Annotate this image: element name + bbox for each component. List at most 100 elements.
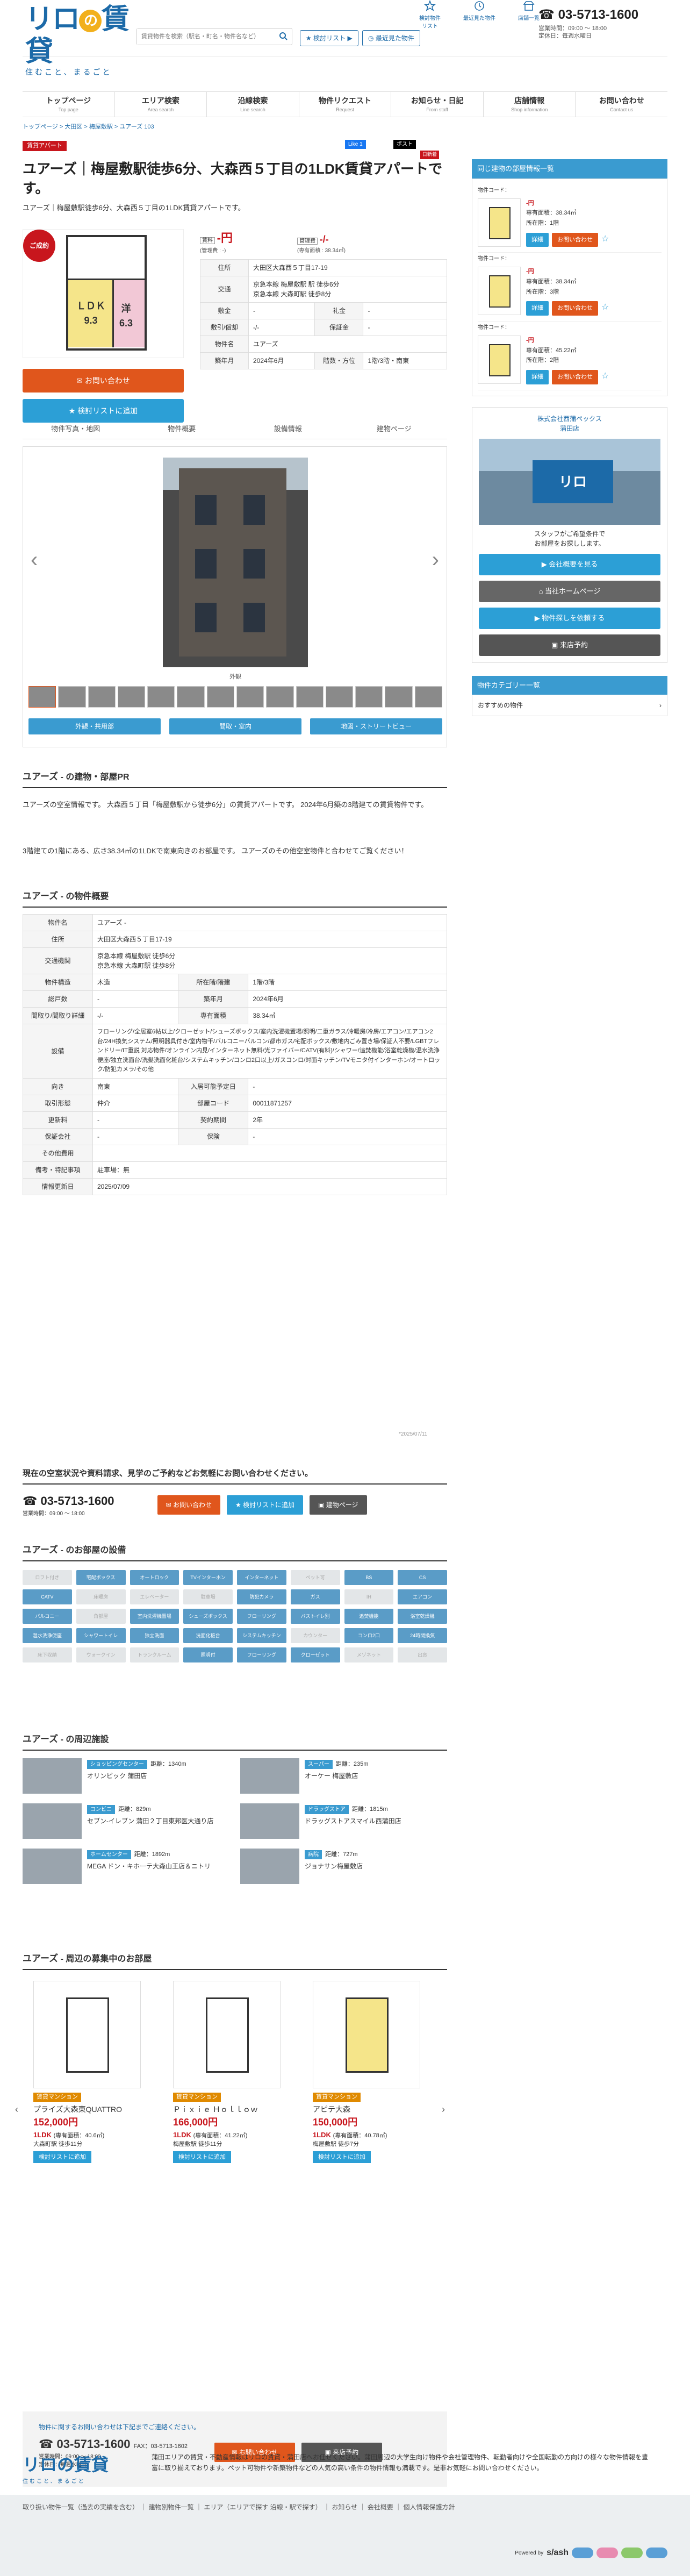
thumbnail[interactable] <box>414 686 442 708</box>
partner-logo[interactable] <box>646 2548 667 2558</box>
filter-exterior-button[interactable]: 外観・共用部 <box>28 718 161 734</box>
nav-top[interactable]: トップページ Top page <box>23 92 115 117</box>
partner-logo[interactable] <box>596 2548 618 2558</box>
nearby-card[interactable]: 賃貸マンション Ｐｉｘｉｅ Ｈｏｌｌｏｗ 166,000円 1LDK (専有面積：41… <box>173 1981 291 2163</box>
nearby-price: 150,000円 <box>313 2116 358 2128</box>
tab-building[interactable]: 建物ページ <box>341 419 448 439</box>
room-detail-button[interactable]: 詳細 <box>526 370 549 384</box>
facility-item[interactable]: ショッピングセンター 距離：1340m オリンピック 蒲田店 <box>23 1758 229 1794</box>
thumbnail[interactable] <box>296 686 324 708</box>
nav-contact[interactable]: お問い合わせ Contact us <box>576 92 667 117</box>
thumbnail[interactable] <box>147 686 175 708</box>
nav-request[interactable]: 物件リクエスト Request <box>299 92 392 117</box>
thumbnail[interactable] <box>28 686 56 708</box>
search-icon[interactable] <box>279 32 288 44</box>
contact-button[interactable]: ✉ お問い合わせ <box>23 369 184 393</box>
request-search-button[interactable]: ▶ 物件探しを依頼する <box>479 607 660 629</box>
room-contact-button[interactable]: お問い合わせ <box>552 370 598 384</box>
main-photo[interactable] <box>163 458 308 667</box>
nav-shop[interactable]: 店舗情報 Shop information <box>484 92 576 117</box>
tab-equipment[interactable]: 設備情報 <box>235 419 341 439</box>
nearby-add-list-button[interactable]: 検討リストに追加 <box>33 2151 91 2163</box>
thumbnail[interactable] <box>88 686 116 708</box>
nearby-floorplan[interactable] <box>313 1981 420 2088</box>
gaiyo-key: 所在階/階建 <box>178 974 249 991</box>
equipment-item: システムキッチン <box>237 1628 286 1643</box>
room-detail-button[interactable]: 詳細 <box>526 232 549 247</box>
nearby-floorplan[interactable] <box>173 1981 281 2088</box>
shop-name[interactable]: 株式会社西蒲ペックス 蒲田店 <box>479 414 660 433</box>
filter-interior-button[interactable]: 間取・室内 <box>169 718 301 734</box>
nearby-card[interactable]: 賃貸マンション プライズ大森東QUATTRO 152,000円 1LDK (専有面積：… <box>33 1981 152 2163</box>
thumbnail[interactable] <box>236 686 264 708</box>
nav-area[interactable]: エリア検索 Area search <box>115 92 207 117</box>
contact-inquiry-button[interactable]: ✉ お問い合わせ <box>157 1495 220 1515</box>
footer-logo[interactable]: リロの賃貸 住むこと、まるごと <box>23 2452 130 2486</box>
breadcrumb[interactable]: トップページ > 大田区 > 梅屋敷駅 > ユアーズ 103 <box>23 123 154 132</box>
room-contact-button[interactable]: お問い合わせ <box>552 232 598 247</box>
nearby-add-list-button[interactable]: 検討リストに追加 <box>313 2151 371 2163</box>
carousel-next-icon[interactable]: › <box>442 2102 445 2117</box>
star-icon[interactable]: ☆ <box>601 303 609 312</box>
nearby-name[interactable]: アピテ大森 <box>313 2104 431 2115</box>
recent-viewed-button[interactable]: ◷ 最近見た物件 <box>362 30 420 46</box>
thumbnail[interactable] <box>325 686 354 708</box>
nearby-name[interactable]: Ｐｉｘｉｅ Ｈｏｌｌｏｗ <box>173 2104 291 2115</box>
favorite-icon-link[interactable]: 検討物件 リスト <box>412 0 448 31</box>
x-post-button[interactable]: ポスト <box>393 140 416 149</box>
room-floorplan[interactable] <box>478 336 521 384</box>
partner-logo[interactable] <box>572 2548 593 2558</box>
building-page-button[interactable]: ▣ 建物ページ <box>310 1495 367 1515</box>
room-floorplan[interactable] <box>478 267 521 316</box>
star-icon[interactable]: ☆ <box>601 234 609 244</box>
spec-value: - <box>363 302 447 320</box>
sash-logo[interactable]: s/ash <box>547 2546 569 2559</box>
tab-summary[interactable]: 物件概要 <box>129 419 235 439</box>
company-profile-button[interactable]: ▶ 会社概要を見る <box>479 553 660 575</box>
thumbnail[interactable] <box>177 686 205 708</box>
site-logo[interactable]: リロの賃貸 住むこと、まるごと <box>25 3 133 78</box>
nearby-card[interactable]: 賃貸マンション アピテ大森 150,000円 1LDK (専有面積：40.78㎡) 梅屋… <box>313 1981 431 2163</box>
header-phone[interactable]: ☎ 03-5713-1600 営業時間：09:00 〜 18:00 定休日：毎週… <box>538 5 638 40</box>
facility-item[interactable]: コンビニ 距離：829m セブン-イレブン 蒲田２丁目東邦医大通り店 <box>23 1803 229 1839</box>
footer-links[interactable]: 取り扱い物件一覧（過去の実績を含む） ｜ 建物別物件一覧 ｜ エリア（エリアで探… <box>23 2495 667 2512</box>
facility-item[interactable]: 病院 距離：727m ジョナサン梅屋敷店 <box>240 1849 447 1884</box>
thumbnail[interactable] <box>58 686 86 708</box>
thumbnail[interactable] <box>117 686 146 708</box>
thumbnail[interactable] <box>355 686 383 708</box>
floorplan-image[interactable]: ご成約 ＬＤＫ 9.3 洋 6.3 <box>23 229 184 359</box>
partner-logo[interactable] <box>621 2548 643 2558</box>
thumbnail[interactable] <box>385 686 413 708</box>
nearby-floorplan[interactable] <box>33 1981 141 2088</box>
bottom-phone[interactable]: 03-5713-1600 <box>57 2437 131 2451</box>
tab-photos[interactable]: 物件写真・地図 <box>23 419 129 439</box>
facebook-like-button[interactable]: Like 1 <box>345 140 366 149</box>
facility-category: ホームセンター <box>87 1850 131 1859</box>
footer-logo-text: リロの賃貸 <box>23 2455 109 2474</box>
contact-phone[interactable]: ☎ 03-5713-1600 営業時間：09:00 〜 18:00 <box>23 1492 114 1518</box>
company-home-button[interactable]: ⌂ 当社ホームページ <box>479 580 660 602</box>
recent-icon-link[interactable]: 最近見た物件 <box>462 0 497 31</box>
recommend-link[interactable]: おすすめの物件 › <box>472 695 667 717</box>
room-detail-button[interactable]: 詳細 <box>526 301 549 316</box>
facility-item[interactable]: ホームセンター 距離：1892m MEGA ドン・キホーテ大森山王店＆ニトリ <box>23 1849 229 1884</box>
next-arrow-icon[interactable]: › <box>432 544 439 576</box>
prev-arrow-icon[interactable]: ‹ <box>31 544 38 576</box>
sidebar-visit-button[interactable]: ▣ 来店予約 <box>479 634 660 656</box>
search-input[interactable] <box>137 28 271 45</box>
nav-news[interactable]: お知らせ・日記 From staff <box>391 92 484 117</box>
contact-list-button[interactable]: ★ 検討リストに追加 <box>226 1495 304 1515</box>
nearby-name[interactable]: プライズ大森東QUATTRO <box>33 2104 152 2115</box>
star-icon[interactable]: ☆ <box>601 372 609 381</box>
thumbnail[interactable] <box>266 686 294 708</box>
facility-item[interactable]: スーパー 距離：235m オーケー 梅屋敷店 <box>240 1758 447 1794</box>
room-contact-button[interactable]: お問い合わせ <box>552 301 598 316</box>
thumbnail[interactable] <box>206 686 234 708</box>
favorite-list-button[interactable]: ★ 検討リスト ▶ <box>300 30 358 46</box>
room-floorplan[interactable] <box>478 198 521 247</box>
nav-line[interactable]: 沿線検索 Line search <box>207 92 299 117</box>
nearby-add-list-button[interactable]: 検討リストに追加 <box>173 2151 231 2163</box>
filter-map-button[interactable]: 地図・ストリートビュー <box>310 718 442 734</box>
facility-item[interactable]: ドラッグストア 距離：1815m ドラッグストアスマイル西蒲田店 <box>240 1803 447 1839</box>
carousel-prev-icon[interactable]: ‹ <box>15 2102 18 2117</box>
